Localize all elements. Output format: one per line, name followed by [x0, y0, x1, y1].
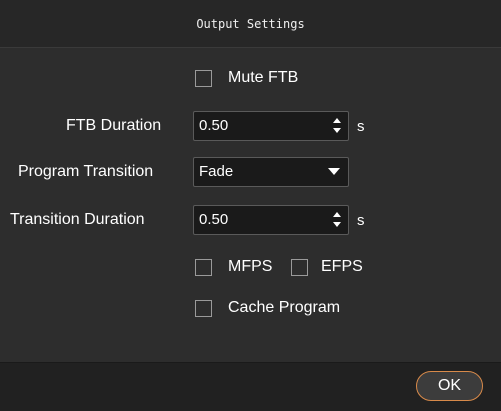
ftb-duration-label: FTB Duration	[66, 117, 162, 134]
title-bar[interactable]: Output Settings	[0, 0, 501, 48]
ftb-duration-spinbox[interactable]: 0.50	[193, 111, 349, 141]
output-settings-dialog: Output Settings Mute FTB FTB Duration 0.…	[0, 0, 501, 411]
program-transition-label: Program Transition	[18, 163, 154, 180]
transition-duration-spinbox[interactable]: 0.50	[193, 205, 349, 235]
program-transition-value: Fade	[199, 163, 234, 180]
mfps-label: MFPS	[228, 258, 273, 275]
ftb-duration-value: 0.50	[199, 117, 229, 134]
ok-button[interactable]: OK	[416, 371, 483, 401]
efps-label: EFPS	[321, 258, 363, 275]
program-transition-select[interactable]: Fade	[193, 157, 349, 187]
cache-program-label: Cache Program	[228, 299, 341, 316]
transition-duration-value: 0.50	[199, 211, 229, 228]
ftb-duration-spin-buttons[interactable]	[331, 116, 343, 136]
spin-up-icon[interactable]	[333, 118, 341, 123]
chevron-down-icon	[328, 168, 340, 175]
cache-program-checkbox[interactable]	[195, 300, 212, 317]
dialog-title: Output Settings	[196, 16, 305, 31]
spin-down-icon[interactable]	[333, 222, 341, 227]
efps-checkbox[interactable]	[291, 259, 308, 276]
mute-ftb-label: Mute FTB	[228, 69, 299, 86]
mute-ftb-checkbox[interactable]	[195, 70, 212, 87]
transition-duration-unit: s	[357, 212, 365, 229]
ftb-duration-unit: s	[357, 118, 365, 135]
transition-duration-label: Transition Duration	[10, 211, 145, 228]
transition-duration-spin-buttons[interactable]	[331, 210, 343, 230]
spin-down-icon[interactable]	[333, 128, 341, 133]
spin-up-icon[interactable]	[333, 212, 341, 217]
mfps-checkbox[interactable]	[195, 259, 212, 276]
